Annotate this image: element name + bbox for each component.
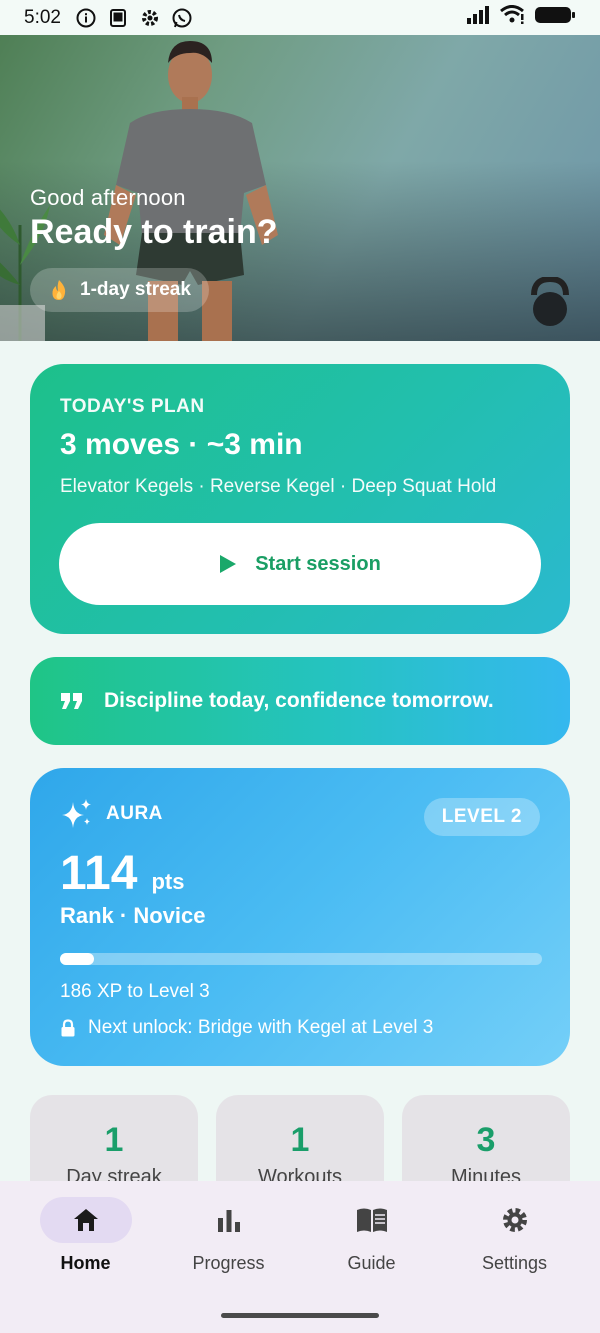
home-icon [73, 1209, 98, 1231]
nav-label: Settings [481, 1253, 548, 1273]
kettlebell-image [531, 277, 569, 326]
status-bar: 5:02 [0, 0, 600, 35]
screen-icon [107, 7, 129, 29]
sparkle-icon [62, 799, 91, 828]
stat-value: 3 [476, 1121, 496, 1159]
start-session-label: Start session [255, 552, 381, 575]
stat-value: 1 [104, 1121, 124, 1159]
info-icon [75, 7, 97, 29]
wifi-icon [500, 4, 526, 31]
status-left: 5:02 [24, 7, 193, 29]
plan-moves: Elevator Kegels · Reverse Kegel · Deep S… [60, 476, 497, 497]
book-icon [356, 1208, 387, 1232]
lock-icon [61, 1019, 75, 1037]
nav-home[interactable]: Home [21, 1197, 151, 1333]
nav-icon-container [469, 1197, 561, 1243]
points-row: 114 pts [60, 846, 540, 901]
xp-remaining: 186 XP to Level 3 [60, 981, 210, 1002]
gear-icon [502, 1208, 527, 1232]
nav-settings[interactable]: Settings [450, 1197, 580, 1333]
nav-icon-container [39, 1197, 132, 1243]
hero-text: Good afternoon Ready to train? 1-day str… [30, 185, 277, 312]
plan-title: 3 moves · ~3 min [60, 428, 303, 461]
status-time: 5:02 [24, 6, 61, 28]
next-unlock-text: Next unlock: Bridge with Kegel at Level … [88, 1017, 434, 1038]
bar-chart-icon [217, 1210, 240, 1232]
nav-label: Guide [347, 1253, 396, 1273]
level-badge: LEVEL 2 [423, 798, 540, 836]
nav-label: Home [60, 1253, 111, 1273]
next-unlock: Next unlock: Bridge with Kegel at Level … [60, 1017, 540, 1039]
rank-text: Rank · Novice [60, 903, 206, 928]
stat-value: 1 [290, 1121, 310, 1159]
streak-badge: 1-day streak [30, 268, 209, 312]
quote-text: Discipline today, confidence tomorrow. [104, 689, 494, 712]
aura-card[interactable]: AURA LEVEL 2 114 pts Rank · Novice 186 X… [30, 768, 570, 1066]
streak-label: 1-day streak [80, 279, 191, 300]
quote-card: Discipline today, confidence tomorrow. [30, 657, 570, 745]
hero-banner: Good afternoon Ready to train? 1-day str… [0, 35, 600, 341]
plan-kicker: TODAY'S PLAN [60, 396, 205, 417]
settings-gear-icon [139, 7, 161, 29]
greeting: Good afternoon [30, 185, 186, 210]
xp-progress-bar [60, 953, 542, 965]
bottom-navigation: Home Progress Guide Settings [0, 1181, 600, 1333]
signal-icon [466, 5, 492, 31]
hero-title: Ready to train? [30, 213, 278, 251]
xp-progress-fill [60, 953, 94, 965]
nav-label: Progress [192, 1253, 265, 1273]
nav-icon-container [183, 1197, 275, 1243]
status-right [466, 4, 576, 31]
nav-icon-container [326, 1197, 418, 1243]
play-icon [220, 555, 237, 573]
start-session-button[interactable]: Start session [59, 523, 541, 605]
whatsapp-icon [171, 7, 193, 29]
todays-plan-card: TODAY'S PLAN 3 moves · ~3 min Elevator K… [30, 364, 570, 634]
battery-icon [534, 5, 576, 31]
aura-label: AURA [106, 803, 163, 824]
quote-icon [61, 693, 82, 709]
points-unit: pts [151, 869, 185, 894]
flame-icon [52, 280, 66, 300]
home-indicator[interactable] [221, 1313, 379, 1318]
aura-points: 114 [60, 847, 138, 900]
